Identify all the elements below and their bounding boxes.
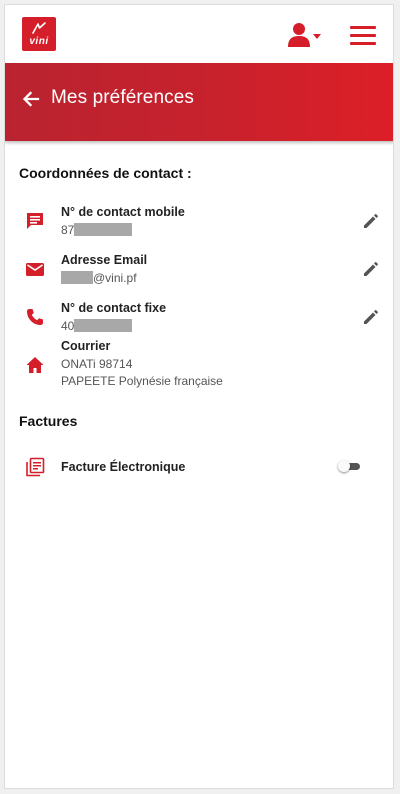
logo-text: vini xyxy=(29,36,49,47)
courrier-line2: PAPEETE Polynésie française xyxy=(61,374,223,388)
page-header-banner: Mes préférences xyxy=(5,63,393,141)
masked-value xyxy=(74,319,133,332)
arrow-back-icon xyxy=(22,91,40,107)
hamburger-icon xyxy=(350,26,376,29)
facture-electronique-label: Facture Électronique xyxy=(61,460,186,474)
masked-value xyxy=(61,271,93,284)
page-title: Mes préférences xyxy=(51,87,195,108)
phone-icon xyxy=(27,309,43,325)
user-menu-button[interactable] xyxy=(288,22,324,48)
edit-fixe-button[interactable] xyxy=(361,307,381,327)
top-bar: vini xyxy=(5,5,393,63)
pencil-icon xyxy=(364,261,379,276)
mobile-label: N° de contact mobile xyxy=(61,205,185,219)
courrier-line1: ONATi 98714 xyxy=(61,357,133,371)
edit-email-button[interactable] xyxy=(361,259,381,279)
back-button[interactable] xyxy=(21,89,41,109)
factures-section-title: Factures xyxy=(19,413,78,429)
mobile-value-prefix: 87 xyxy=(61,223,75,237)
pencil-icon xyxy=(364,309,379,324)
message-icon xyxy=(27,213,43,229)
mail-icon xyxy=(26,263,44,276)
receipt-icon xyxy=(26,457,45,477)
fixe-value-prefix: 40 xyxy=(61,319,75,333)
facture-electronique-toggle[interactable] xyxy=(338,460,362,472)
fixe-value: 40 xyxy=(61,319,133,333)
email-value-suffix: @vini.pf xyxy=(93,271,137,285)
home-icon xyxy=(26,357,44,373)
user-icon xyxy=(288,23,321,47)
vini-logo[interactable]: vini xyxy=(22,17,56,51)
logo-wing-icon xyxy=(32,22,46,34)
pencil-icon xyxy=(364,213,379,228)
fixe-label: N° de contact fixe xyxy=(61,301,167,315)
app-frame: vini Mes préférences Coordonnées de cont… xyxy=(4,4,394,789)
toggle-knob xyxy=(338,460,350,472)
hamburger-line xyxy=(350,42,376,45)
edit-mobile-button[interactable] xyxy=(361,211,381,231)
contact-section-title: Coordonnées de contact : xyxy=(19,165,192,181)
email-value: @vini.pf xyxy=(61,271,137,285)
courrier-label: Courrier xyxy=(61,339,111,353)
email-label: Adresse Email xyxy=(61,253,148,267)
masked-value xyxy=(74,223,133,236)
mobile-value: 87 xyxy=(61,223,133,237)
main-menu-button[interactable] xyxy=(348,23,378,47)
hamburger-line xyxy=(350,34,376,37)
